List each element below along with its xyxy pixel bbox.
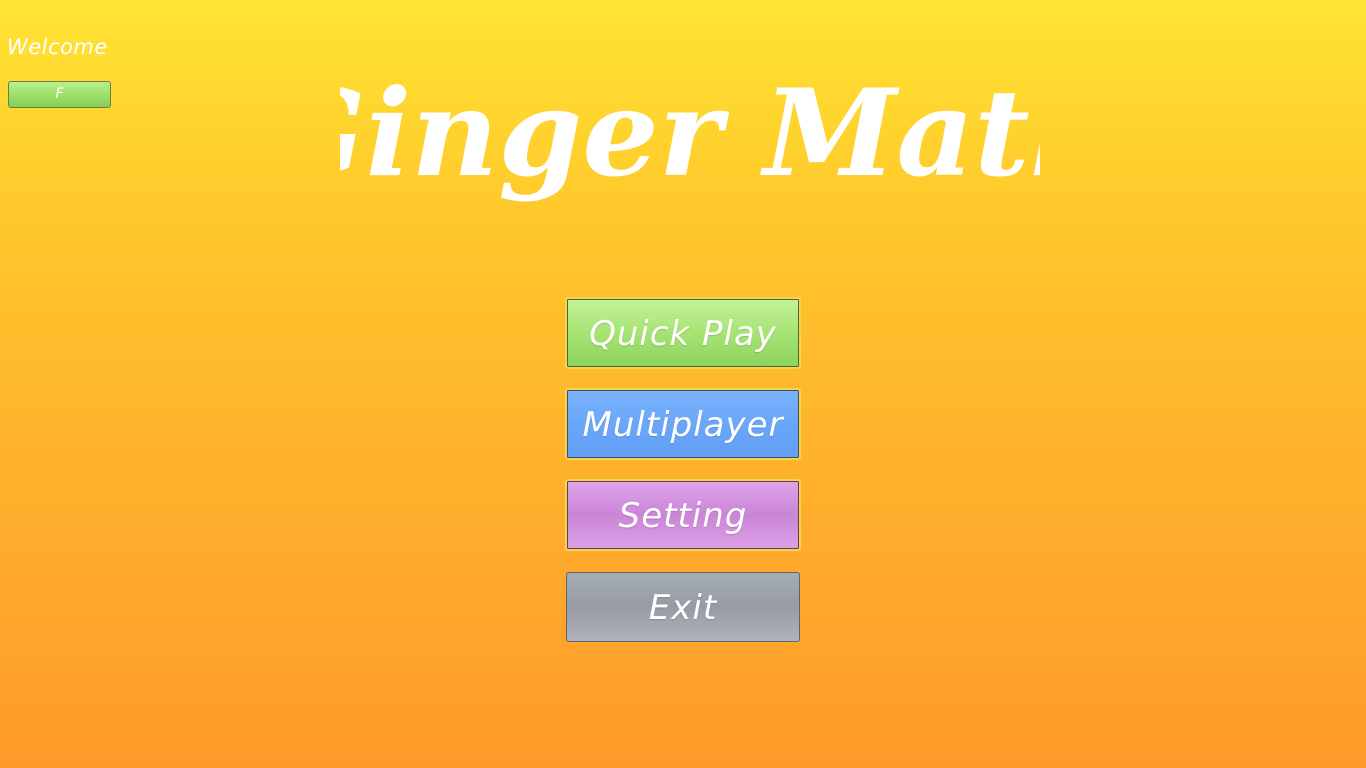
user-badge-button[interactable]: F [8, 81, 111, 108]
game-title-text: Ginger Math [340, 63, 1040, 204]
welcome-text: Welcome [7, 35, 108, 59]
game-title-logo: Ginger Math [340, 40, 1040, 240]
quick-play-button[interactable]: Quick Play [565, 297, 801, 369]
multiplayer-button[interactable]: Multiplayer [565, 388, 801, 460]
setting-button[interactable]: Setting [565, 479, 801, 551]
exit-button[interactable]: Exit [566, 572, 800, 642]
